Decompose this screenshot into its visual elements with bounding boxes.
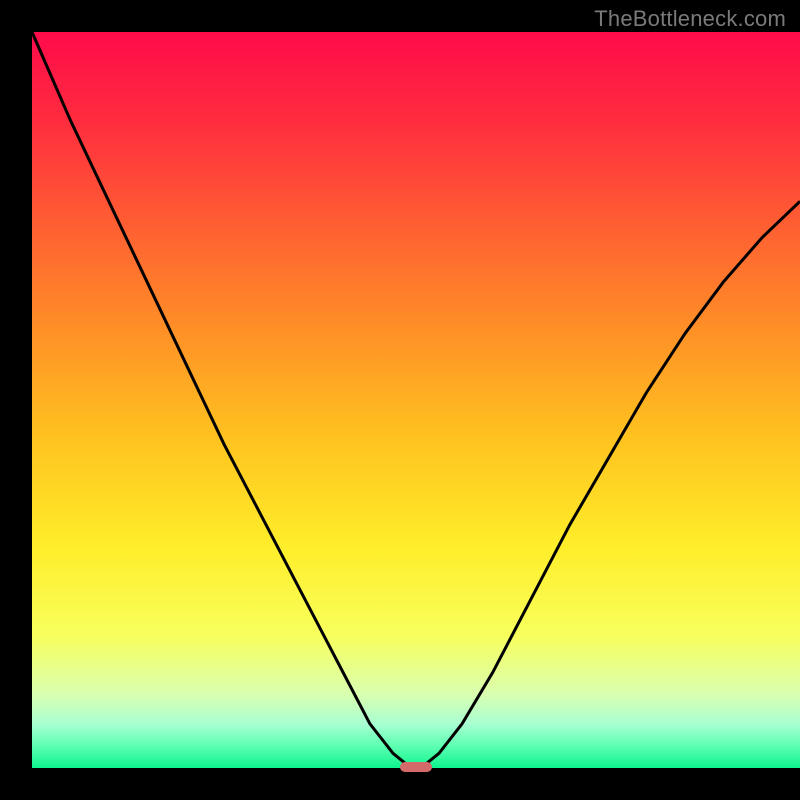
optimal-marker bbox=[400, 762, 432, 772]
plot-background bbox=[32, 32, 800, 768]
chart-canvas bbox=[0, 0, 800, 800]
bottleneck-chart: TheBottleneck.com bbox=[0, 0, 800, 800]
attribution-label: TheBottleneck.com bbox=[594, 6, 786, 32]
